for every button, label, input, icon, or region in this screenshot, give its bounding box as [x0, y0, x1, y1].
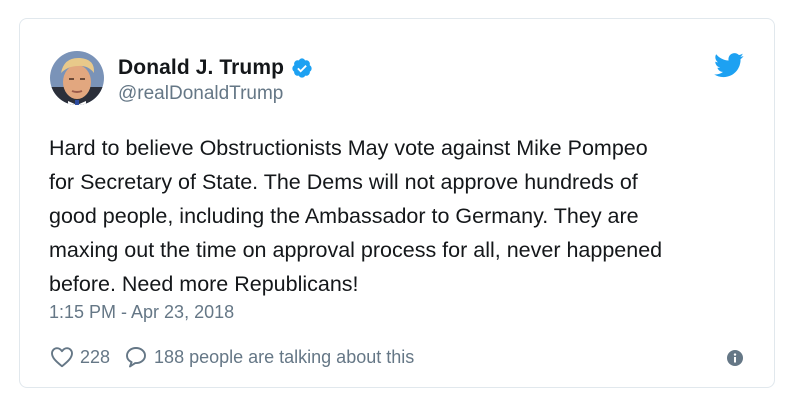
heart-icon [51, 347, 73, 368]
display-name[interactable]: Donald J. Trump [118, 56, 284, 80]
tweet-text-line: maxing out the time on approval process … [49, 238, 663, 262]
tweet-text-line: before. Need more Republicans! [49, 272, 359, 296]
tweet-text-line: Hard to believe Obstructionists May vote… [49, 136, 648, 160]
tweet-actions: 228 188 people are talking about this [50, 345, 414, 369]
tweet-card[interactable]: Donald J. Trump @realDonaldTrump Hard to… [19, 18, 775, 388]
author-name-row[interactable]: Donald J. Trump [118, 55, 313, 81]
tweet-text: Hard to believe Obstructionists May vote… [49, 131, 749, 301]
tweet-text-line: for Secretary of State. The Dems will no… [49, 170, 638, 194]
reply-bubble-icon [126, 347, 146, 368]
avatar[interactable] [50, 51, 104, 105]
tweet-text-line: good people, including the Ambassador to… [49, 204, 639, 228]
verified-badge-icon [292, 58, 312, 78]
author-handle[interactable]: @realDonaldTrump [118, 83, 283, 105]
info-icon[interactable] [727, 350, 743, 366]
like-button[interactable]: 228 [50, 346, 110, 368]
conversation-label: 188 people are talking about this [154, 346, 415, 367]
conversation-link[interactable]: 188 people are talking about this [124, 345, 414, 369]
like-count: 228 [80, 346, 111, 367]
twitter-bird-icon[interactable] [714, 53, 744, 78]
avatar-image [50, 51, 104, 105]
tweet-timestamp[interactable]: 1:15 PM - Apr 23, 2018 [49, 302, 234, 323]
